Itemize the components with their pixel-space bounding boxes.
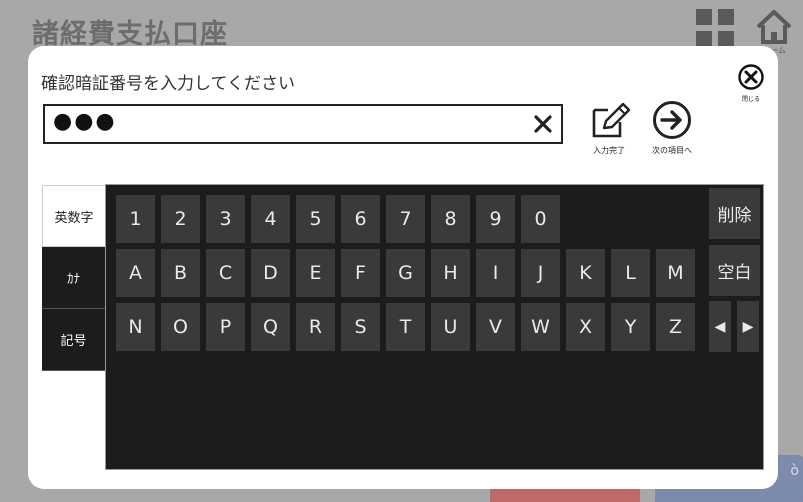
key-v[interactable]: V bbox=[476, 303, 515, 351]
clear-input-button[interactable] bbox=[531, 112, 555, 136]
home-icon bbox=[756, 10, 792, 44]
key-m[interactable]: M bbox=[656, 249, 695, 297]
tab-kana[interactable]: ｶﾅ bbox=[42, 247, 105, 309]
pin-entry-dialog: 確認暗証番号を入力してください 閉じる ●●● 入力完了 次の項目へ 英数字 ｶ… bbox=[28, 46, 778, 489]
edit-icon bbox=[592, 102, 631, 138]
key-5[interactable]: 5 bbox=[296, 195, 335, 243]
space-key[interactable]: 空白 bbox=[709, 245, 760, 296]
key-7[interactable]: 7 bbox=[386, 195, 425, 243]
key-d[interactable]: D bbox=[251, 249, 290, 297]
key-z[interactable]: Z bbox=[656, 303, 695, 351]
arrow-right-circle-icon bbox=[653, 101, 691, 139]
key-b[interactable]: B bbox=[161, 249, 200, 297]
close-button[interactable]: 閉じる bbox=[736, 63, 766, 103]
key-e[interactable]: E bbox=[296, 249, 335, 297]
pin-input[interactable]: ●●● bbox=[43, 104, 563, 144]
cursor-left-key[interactable]: ◀ bbox=[709, 301, 731, 352]
key-0[interactable]: 0 bbox=[521, 195, 560, 243]
key-8[interactable]: 8 bbox=[431, 195, 470, 243]
key-3[interactable]: 3 bbox=[206, 195, 245, 243]
key-x[interactable]: X bbox=[566, 303, 605, 351]
key-w[interactable]: W bbox=[521, 303, 560, 351]
key-r[interactable]: R bbox=[296, 303, 335, 351]
delete-key[interactable]: 削除 bbox=[709, 188, 760, 239]
pin-input-value: ●●● bbox=[53, 109, 117, 134]
tab-alphanumeric[interactable]: 英数字 bbox=[42, 185, 105, 247]
cursor-right-key[interactable]: ▶ bbox=[737, 301, 759, 352]
close-label: 閉じる bbox=[741, 96, 760, 103]
key-t[interactable]: T bbox=[386, 303, 425, 351]
key-p[interactable]: P bbox=[206, 303, 245, 351]
background-blue-button-glyph: ò bbox=[790, 463, 799, 479]
key-j[interactable]: J bbox=[521, 249, 560, 297]
key-2[interactable]: 2 bbox=[161, 195, 200, 243]
dialog-prompt: 確認暗証番号を入力してください bbox=[41, 74, 295, 94]
key-h[interactable]: H bbox=[431, 249, 470, 297]
key-l[interactable]: L bbox=[611, 249, 650, 297]
key-s[interactable]: S bbox=[341, 303, 380, 351]
input-done-label: 入力完了 bbox=[593, 146, 625, 155]
key-4[interactable]: 4 bbox=[251, 195, 290, 243]
key-q[interactable]: Q bbox=[251, 303, 290, 351]
key-n[interactable]: N bbox=[116, 303, 155, 351]
close-icon bbox=[738, 64, 764, 90]
key-1[interactable]: 1 bbox=[116, 195, 155, 243]
key-k[interactable]: K bbox=[566, 249, 605, 297]
key-c[interactable]: C bbox=[206, 249, 245, 297]
key-i[interactable]: I bbox=[476, 249, 515, 297]
next-field-label: 次の項目へ bbox=[652, 146, 692, 155]
key-y[interactable]: Y bbox=[611, 303, 650, 351]
key-f[interactable]: F bbox=[341, 249, 380, 297]
key-u[interactable]: U bbox=[431, 303, 470, 351]
key-o[interactable]: O bbox=[161, 303, 200, 351]
key-9[interactable]: 9 bbox=[476, 195, 515, 243]
key-g[interactable]: G bbox=[386, 249, 425, 297]
key-a[interactable]: A bbox=[116, 249, 155, 297]
next-field-button[interactable]: 次の項目へ bbox=[644, 100, 700, 156]
tab-symbols[interactable]: 記号 bbox=[42, 309, 105, 371]
keyboard-mode-tabs: 英数字 ｶﾅ 記号 bbox=[42, 185, 105, 371]
menu-grid-icon bbox=[696, 9, 734, 47]
on-screen-keyboard: 1 2 3 4 5 6 7 8 9 0 A B C D E F G H I J … bbox=[105, 184, 764, 470]
input-done-button[interactable]: 入力完了 bbox=[581, 100, 637, 156]
key-6[interactable]: 6 bbox=[341, 195, 380, 243]
clear-icon bbox=[534, 115, 552, 133]
